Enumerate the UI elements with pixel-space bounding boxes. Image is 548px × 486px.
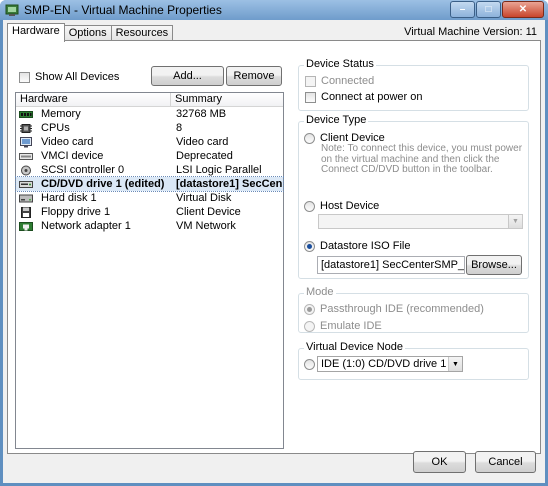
hardware-row-hard-disk[interactable]: Hard disk 1 Virtual Disk [16, 191, 283, 205]
scsi-controller-icon [21, 165, 31, 175]
emulate-ide-radio: Emulate IDE [304, 320, 382, 332]
hardware-list-header: Hardware Summary [16, 93, 283, 107]
title-bar[interactable]: SMP-EN - Virtual Machine Properties – □ … [0, 0, 548, 20]
device-status-title: Device Status [304, 58, 376, 70]
virtual-device-node-radio [304, 359, 315, 370]
remove-button[interactable]: Remove [226, 66, 282, 86]
device-status-group: Device Status [298, 58, 529, 111]
browse-button[interactable]: Browse... [466, 255, 522, 275]
passthrough-ide-radio-button [304, 303, 315, 315]
hardware-name: Memory [41, 108, 81, 120]
hardware-summary: Client Device [176, 206, 241, 218]
device-type-title: Device Type [304, 114, 369, 126]
connect-at-power-on-box[interactable] [305, 91, 316, 103]
datastore-iso-radio[interactable]: Datastore ISO File [304, 240, 410, 252]
host-device-radio[interactable]: Host Device [304, 200, 379, 212]
cancel-button[interactable]: Cancel [475, 451, 536, 473]
tab-strip: Hardware Options Resources [7, 23, 174, 42]
hardware-summary: VM Network [176, 220, 236, 232]
host-device-radio-button[interactable] [304, 200, 315, 212]
connected-checkbox: Connected [305, 75, 374, 87]
client-device-note: Note: To connect this device, you must p… [321, 143, 523, 175]
ok-button[interactable]: OK [413, 451, 466, 473]
cd-dvd-icon [19, 180, 33, 188]
show-all-devices-box[interactable] [19, 71, 30, 83]
cpu-icon [20, 123, 32, 133]
hardware-name: VMCI device [41, 150, 104, 162]
show-all-devices-checkbox[interactable]: Show All Devices [19, 71, 119, 83]
dialog-client: Hardware Options Resources Virtual Machi… [3, 20, 545, 483]
hardware-row-network-adapter[interactable]: Network adapter 1 VM Network [16, 219, 283, 233]
vm-properties-window: SMP-EN - Virtual Machine Properties – □ … [0, 0, 548, 486]
vm-version-label: Virtual Machine Version: 11 [404, 26, 537, 38]
host-device-label: Host Device [320, 200, 380, 212]
hardware-name: Network adapter 1 [41, 220, 131, 232]
hardware-summary: 8 [176, 122, 183, 134]
tab-hardware[interactable]: Hardware [7, 23, 65, 42]
host-device-select: ▼ [318, 214, 523, 229]
hardware-row-scsi-controller[interactable]: SCSI controller 0 LSI Logic Parallel [16, 163, 283, 177]
hardware-row-cd-dvd-drive[interactable]: CD/DVD drive 1 (edited) [datastore1] Sec… [15, 176, 284, 192]
vmci-device-icon [19, 152, 33, 160]
hardware-row-video-card[interactable]: Video card Video card [16, 135, 283, 149]
hardware-name: CD/DVD drive 1 (edited) [41, 178, 165, 190]
add-button[interactable]: Add... [151, 66, 224, 86]
video-card-icon [20, 136, 32, 147]
hardware-row-cpus[interactable]: CPUs 8 [16, 121, 283, 135]
connect-at-power-on-checkbox[interactable]: Connect at power on [305, 91, 423, 103]
show-all-devices-label: Show All Devices [35, 71, 120, 83]
iso-path-field[interactable]: [datastore1] SecCenterSMP_E1110P [317, 256, 465, 274]
emulate-ide-label: Emulate IDE [320, 320, 382, 332]
hardware-row-vmci-device[interactable]: VMCI device Deprecated [16, 149, 283, 163]
maximize-button[interactable]: □ [476, 1, 501, 18]
window-title: SMP-EN - Virtual Machine Properties [24, 3, 222, 17]
hardware-name: Floppy drive 1 [41, 206, 111, 218]
connected-box [305, 75, 316, 87]
mode-title: Mode [304, 286, 336, 298]
hardware-row-memory[interactable]: Memory 32768 MB [16, 107, 283, 121]
virtual-device-node-select[interactable]: IDE (1:0) CD/DVD drive 1 ▼ [317, 356, 463, 372]
hardware-name: SCSI controller 0 [41, 164, 125, 176]
emulate-ide-radio-button [304, 320, 315, 332]
vm-app-icon [5, 4, 19, 16]
datastore-iso-radio-button[interactable] [304, 240, 315, 252]
chevron-down-icon[interactable]: ▼ [448, 357, 462, 371]
virtual-device-node-title: Virtual Device Node [304, 341, 406, 353]
column-header-summary[interactable]: Summary [171, 93, 222, 106]
minimize-button[interactable]: – [450, 1, 475, 18]
hardware-name: CPUs [41, 122, 70, 134]
hardware-summary: [datastore1] SecCen... [176, 178, 283, 190]
column-header-hardware[interactable]: Hardware [16, 93, 171, 106]
hardware-summary: Virtual Disk [176, 192, 232, 204]
connect-at-power-on-label: Connect at power on [321, 91, 423, 103]
hardware-name: Video card [41, 136, 94, 148]
memory-icon [19, 110, 33, 118]
hardware-summary: Video card [176, 136, 229, 148]
network-adapter-icon [19, 221, 33, 231]
floppy-icon [21, 206, 31, 218]
chevron-down-icon: ▼ [508, 215, 522, 228]
hardware-name: Hard disk 1 [41, 192, 97, 204]
hardware-summary: LSI Logic Parallel [176, 164, 262, 176]
hardware-row-floppy-drive[interactable]: Floppy drive 1 Client Device [16, 205, 283, 219]
hard-disk-icon [19, 194, 33, 202]
tab-options[interactable]: Options [63, 25, 112, 41]
close-button[interactable]: ✕ [502, 1, 544, 18]
hardware-summary: 32768 MB [176, 108, 227, 120]
client-device-radio-button[interactable] [304, 132, 315, 144]
tab-resources[interactable]: Resources [110, 25, 174, 41]
datastore-iso-label: Datastore ISO File [320, 240, 411, 252]
hardware-list[interactable]: Hardware Summary Memory 32768 MB CPUs 8 … [15, 92, 284, 449]
passthrough-ide-radio: Passthrough IDE (recommended) [304, 303, 484, 315]
hardware-summary: Deprecated [176, 150, 233, 162]
hardware-tab-page: Show All Devices Add... Remove Hardware … [7, 40, 541, 454]
connected-label: Connected [321, 75, 375, 87]
passthrough-ide-label: Passthrough IDE (recommended) [320, 303, 484, 315]
virtual-device-node-value: IDE (1:0) CD/DVD drive 1 [321, 358, 447, 370]
